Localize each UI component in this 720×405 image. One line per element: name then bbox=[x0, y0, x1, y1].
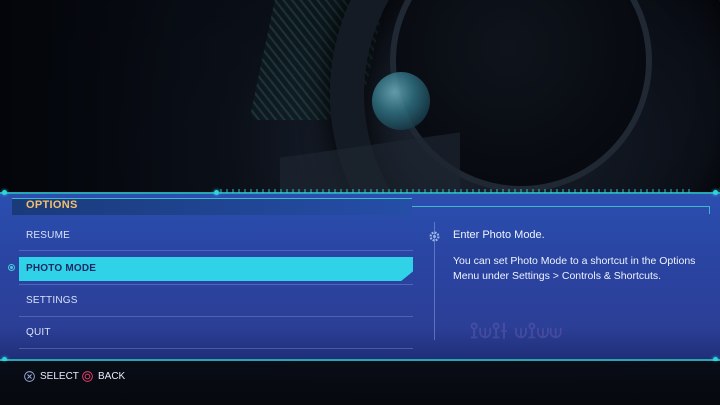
menu-divider bbox=[19, 348, 413, 349]
button-hint-bar bbox=[0, 361, 720, 405]
menu-item-photo-mode[interactable]: PHOTO MODE bbox=[19, 257, 413, 281]
decorative-logo-watermark: ⟟⟒⟟⟊ ⟒⟟⟒⟒ bbox=[470, 318, 563, 343]
menu-divider bbox=[19, 284, 413, 285]
panel-tick-strip bbox=[220, 189, 690, 193]
circle-button-icon bbox=[82, 370, 93, 382]
menu-item-label: QUIT bbox=[26, 327, 51, 338]
menu-item-label: PHOTO MODE bbox=[26, 263, 97, 274]
border-dot bbox=[713, 190, 718, 195]
select-label: SELECT bbox=[40, 370, 79, 382]
menu-item-resume[interactable]: RESUME bbox=[19, 224, 413, 248]
back-hint[interactable]: BACK bbox=[82, 369, 125, 383]
description-title: Enter Photo Mode. bbox=[453, 229, 545, 241]
select-hint[interactable]: SELECT bbox=[24, 369, 79, 383]
gear-icon bbox=[429, 231, 440, 242]
menu-item-settings[interactable]: SETTINGS bbox=[19, 289, 413, 313]
panel-right-frame bbox=[412, 206, 710, 214]
border-dot bbox=[214, 190, 219, 195]
scene-bubble bbox=[372, 72, 430, 130]
menu-item-label: SETTINGS bbox=[26, 295, 78, 306]
menu-item-label: RESUME bbox=[26, 230, 70, 241]
game-viewport: OPTIONS RESUME PHOTO MODE SETTINGS QUIT … bbox=[0, 0, 720, 405]
border-dot bbox=[2, 190, 7, 195]
back-label: BACK bbox=[98, 370, 126, 382]
options-title: OPTIONS bbox=[26, 199, 78, 211]
description-body: You can set Photo Mode to a shortcut in … bbox=[453, 255, 696, 282]
menu-divider bbox=[19, 250, 413, 251]
cross-button-icon bbox=[24, 370, 35, 382]
menu-divider bbox=[19, 316, 413, 317]
menu-item-quit[interactable]: QUIT bbox=[19, 321, 413, 345]
selection-marker-dot bbox=[10, 266, 13, 269]
